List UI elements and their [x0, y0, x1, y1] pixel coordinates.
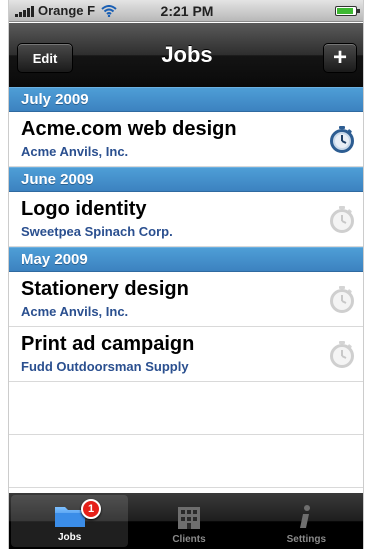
status-time: 2:21 PM: [160, 2, 214, 19]
job-title: Print ad campaign: [21, 333, 195, 355]
add-job-button[interactable]: +: [323, 43, 357, 73]
battery-icon: [335, 6, 360, 16]
tab-clients[interactable]: Clients: [130, 493, 247, 549]
tab-label: Settings: [286, 534, 327, 545]
job-client: Acme Anvils, Inc.: [21, 304, 129, 319]
section-header: May 2009: [9, 247, 363, 272]
empty-row: [9, 382, 363, 435]
page-title: Jobs: [161, 42, 213, 67]
navigation-bar: Edit Jobs +: [9, 23, 363, 87]
stopwatch-active-icon[interactable]: [329, 125, 355, 153]
notification-badge: 1: [81, 499, 101, 519]
section-header: July 2009: [9, 87, 363, 112]
list-item[interactable]: Stationery design Acme Anvils, Inc.: [9, 272, 363, 327]
tab-label: Jobs: [57, 532, 82, 543]
job-client: Fudd Outdoorsman Supply: [21, 359, 189, 374]
stopwatch-icon[interactable]: [329, 285, 355, 313]
list-item[interactable]: Acme.com web design Acme Anvils, Inc.: [9, 112, 363, 167]
section-header: June 2009: [9, 167, 363, 192]
tab-label: Clients: [172, 534, 206, 545]
job-title: Acme.com web design: [21, 118, 237, 140]
info-icon: [300, 505, 311, 528]
building-icon: [177, 507, 200, 529]
empty-row: [9, 435, 363, 488]
app-frame: Orange F 2:21 PM Edit Jobs + July 2009 A…: [8, 0, 364, 549]
tab-settings[interactable]: Settings: [248, 493, 363, 549]
job-client: Sweetpea Spinach Corp.: [21, 224, 173, 239]
tab-bar: 1 Jobs Clients Settings: [9, 493, 363, 549]
job-client: Acme Anvils, Inc.: [21, 144, 129, 159]
stopwatch-icon[interactable]: [329, 205, 355, 233]
edit-button[interactable]: Edit: [17, 43, 73, 73]
jobs-list: July 2009 Acme.com web design Acme Anvil…: [9, 87, 363, 488]
list-item[interactable]: Print ad campaign Fudd Outdoorsman Suppl…: [9, 327, 363, 382]
stopwatch-icon[interactable]: [329, 340, 355, 368]
status-bar: Orange F 2:21 PM: [9, 0, 363, 22]
job-title: Logo identity: [21, 198, 147, 220]
job-title: Stationery design: [21, 278, 189, 300]
list-item[interactable]: Logo identity Sweetpea Spinach Corp.: [9, 192, 363, 247]
tab-jobs[interactable]: 1 Jobs: [11, 495, 129, 547]
